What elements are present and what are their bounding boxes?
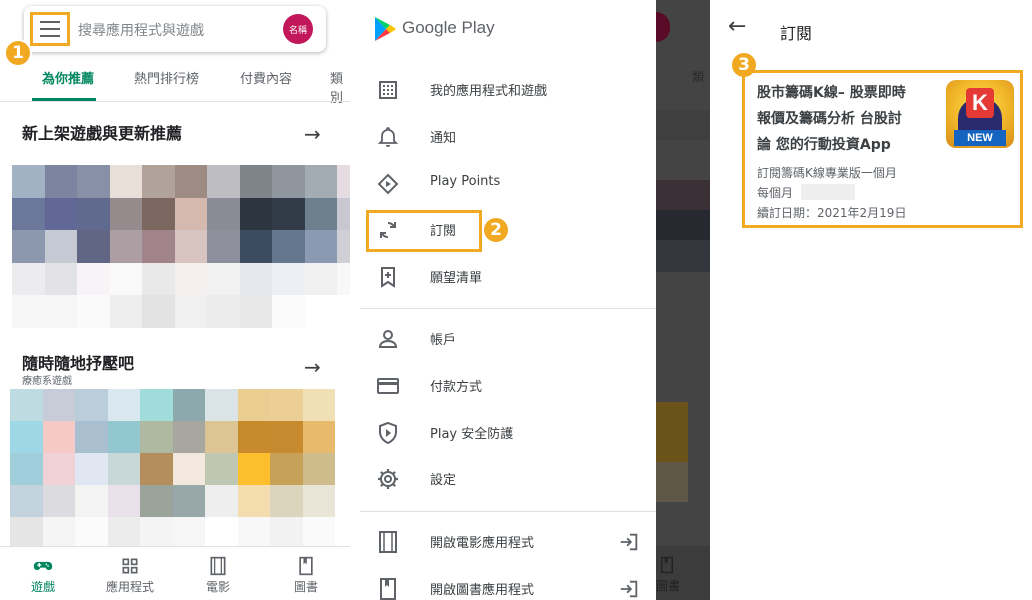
dimmed-tile xyxy=(656,210,710,240)
nav-apps[interactable]: 應用程式 xyxy=(100,556,160,595)
tab-recommended[interactable]: 為你推薦 xyxy=(42,68,94,87)
gamepad-icon xyxy=(33,561,53,571)
play-store-home-panel: 搜尋應用程式與遊戲 名稱 1 為你推薦 熱門排行榜 付費內容 類別 新上架遊戲與… xyxy=(0,0,350,600)
open-external-icon xyxy=(620,533,638,551)
divider xyxy=(360,511,656,512)
menu-label: 帳戶 xyxy=(430,333,457,348)
app-title-line: 論 您的行動投資App xyxy=(757,137,891,153)
section-title: 隨時隨地抒壓吧 xyxy=(22,354,135,373)
menu-account[interactable]: 帳戶 xyxy=(360,316,656,362)
shield-play-icon xyxy=(379,421,397,445)
app-icon-k-badge: K xyxy=(966,88,994,118)
dimmed-tile xyxy=(656,180,710,210)
menu-wishlist[interactable]: 願望清單 xyxy=(360,254,656,300)
avatar-label: 名稱 xyxy=(288,25,307,36)
app-title-line: 股市籌碼K線– 股票即時 xyxy=(757,85,906,101)
price-redacted xyxy=(801,184,855,200)
menu-my-apps[interactable]: 我的應用程式和遊戲 xyxy=(360,67,656,113)
app-icon: K NEW xyxy=(946,80,1014,148)
bookmark-add-icon xyxy=(381,267,395,288)
menu-label: 願望清單 xyxy=(430,271,483,286)
menu-payment[interactable]: 付款方式 xyxy=(360,363,656,409)
dimmed-tile xyxy=(656,110,710,140)
section-subtitle: 療癒系遊戲 xyxy=(22,376,72,387)
play-points-diamond-icon xyxy=(377,173,399,195)
menu-label: Play 安全防護 xyxy=(430,427,514,442)
menu-label: 開啟電影應用程式 xyxy=(430,536,535,551)
nav-label: 遊戲 xyxy=(30,580,55,594)
gear-icon xyxy=(378,469,398,489)
pixelated-games-grid xyxy=(10,389,350,549)
open-external-icon xyxy=(620,580,638,598)
dimmed-tile xyxy=(656,462,688,502)
back-arrow-icon[interactable]: ← xyxy=(728,16,746,38)
dimmed-nav-label: 圖書 xyxy=(656,579,681,593)
subscriptions-highlight xyxy=(366,210,482,252)
dimmed-tile xyxy=(656,402,688,462)
book-icon xyxy=(299,556,313,576)
play-triangle-icon xyxy=(375,17,396,41)
callout-1: 1 xyxy=(4,39,32,67)
dimmed-tab-text: 類 xyxy=(692,70,705,84)
nav-movies[interactable]: 電影 xyxy=(188,556,248,595)
brand-name: Google Play xyxy=(402,18,495,37)
menu-label: 我的應用程式和遊戲 xyxy=(430,84,548,99)
bell-icon xyxy=(377,127,399,147)
menu-play-protect[interactable]: Play 安全防護 xyxy=(360,410,656,456)
hamburger-highlight xyxy=(30,12,70,46)
person-icon xyxy=(378,330,398,348)
apps-grid-icon xyxy=(122,558,138,574)
apps-grid-icon xyxy=(379,81,397,99)
panel-gap xyxy=(350,0,360,600)
film-icon xyxy=(210,556,226,576)
app-icon-new-badge: NEW xyxy=(954,130,1006,146)
nav-label: 圖書 xyxy=(293,580,318,594)
menu-notifications[interactable]: 通知 xyxy=(360,114,656,160)
section-title: 新上架遊戲與更新推薦 xyxy=(22,124,183,143)
menu-play-points[interactable]: Play Points xyxy=(360,161,656,207)
subscriptions-panel: ← 訂閱 3 股市籌碼K線– 股票即時 報價及籌碼分析 台股討 論 您的行動投資… xyxy=(710,0,1032,600)
app-title-line: 報價及籌碼分析 台股討 xyxy=(757,111,902,127)
dimmed-avatar xyxy=(656,12,670,42)
book-icon xyxy=(380,578,396,600)
app-title: 股市籌碼K線– 股票即時 報價及籌碼分析 台股討 論 您的行動投資App xyxy=(757,80,947,158)
renewal-date: 續訂日期：2021年2月19日 xyxy=(757,206,907,220)
arrow-right-icon[interactable]: → xyxy=(304,124,321,144)
arrow-right-icon[interactable]: → xyxy=(304,357,321,377)
pixelated-games-grid xyxy=(12,165,350,328)
dimmed-background[interactable]: 類 圖書 xyxy=(656,0,710,600)
menu-label: Play Points xyxy=(430,174,501,189)
film-icon xyxy=(379,531,397,553)
book-icon xyxy=(661,556,673,574)
search-input[interactable]: 搜尋應用程式與遊戲 xyxy=(78,20,204,40)
credit-card-icon xyxy=(377,378,399,394)
navigation-drawer: Google Play 我的應用程式和遊戲 通知 Play Points 訂閱 … xyxy=(360,0,656,600)
callout-2: 2 xyxy=(482,216,510,244)
page-title: 訂閱 xyxy=(780,24,813,43)
menu-label: 付款方式 xyxy=(430,380,483,395)
menu-label: 設定 xyxy=(430,473,457,488)
nav-label: 電影 xyxy=(205,580,230,594)
menu-settings[interactable]: 設定 xyxy=(360,456,656,502)
menu-label: 開啟圖書應用程式 xyxy=(430,583,535,598)
nav-games[interactable]: 遊戲 xyxy=(13,556,73,595)
divider xyxy=(360,308,656,309)
dimmed-tile xyxy=(656,240,710,272)
menu-label: 通知 xyxy=(430,131,457,146)
avatar[interactable]: 名稱 xyxy=(283,14,313,44)
google-play-logo: Google Play xyxy=(374,14,574,44)
subscription-plan: 訂閱籌碼K線專業版一個月 xyxy=(757,166,897,180)
menu-open-books[interactable]: 開啟圖書應用程式 xyxy=(360,566,656,600)
subscription-card[interactable]: 股市籌碼K線– 股票即時 報價及籌碼分析 台股討 論 您的行動投資App K N… xyxy=(757,80,1017,228)
nav-books[interactable]: 圖書 xyxy=(276,556,336,595)
billing-period: 每個月 xyxy=(757,186,794,200)
tab-top-charts[interactable]: 熱門排行榜 xyxy=(134,68,199,87)
menu-open-movies[interactable]: 開啟電影應用程式 xyxy=(360,519,656,565)
tab-premium[interactable]: 付費內容 xyxy=(240,68,292,87)
tabs-divider xyxy=(0,101,350,102)
nav-label: 應用程式 xyxy=(105,580,154,594)
